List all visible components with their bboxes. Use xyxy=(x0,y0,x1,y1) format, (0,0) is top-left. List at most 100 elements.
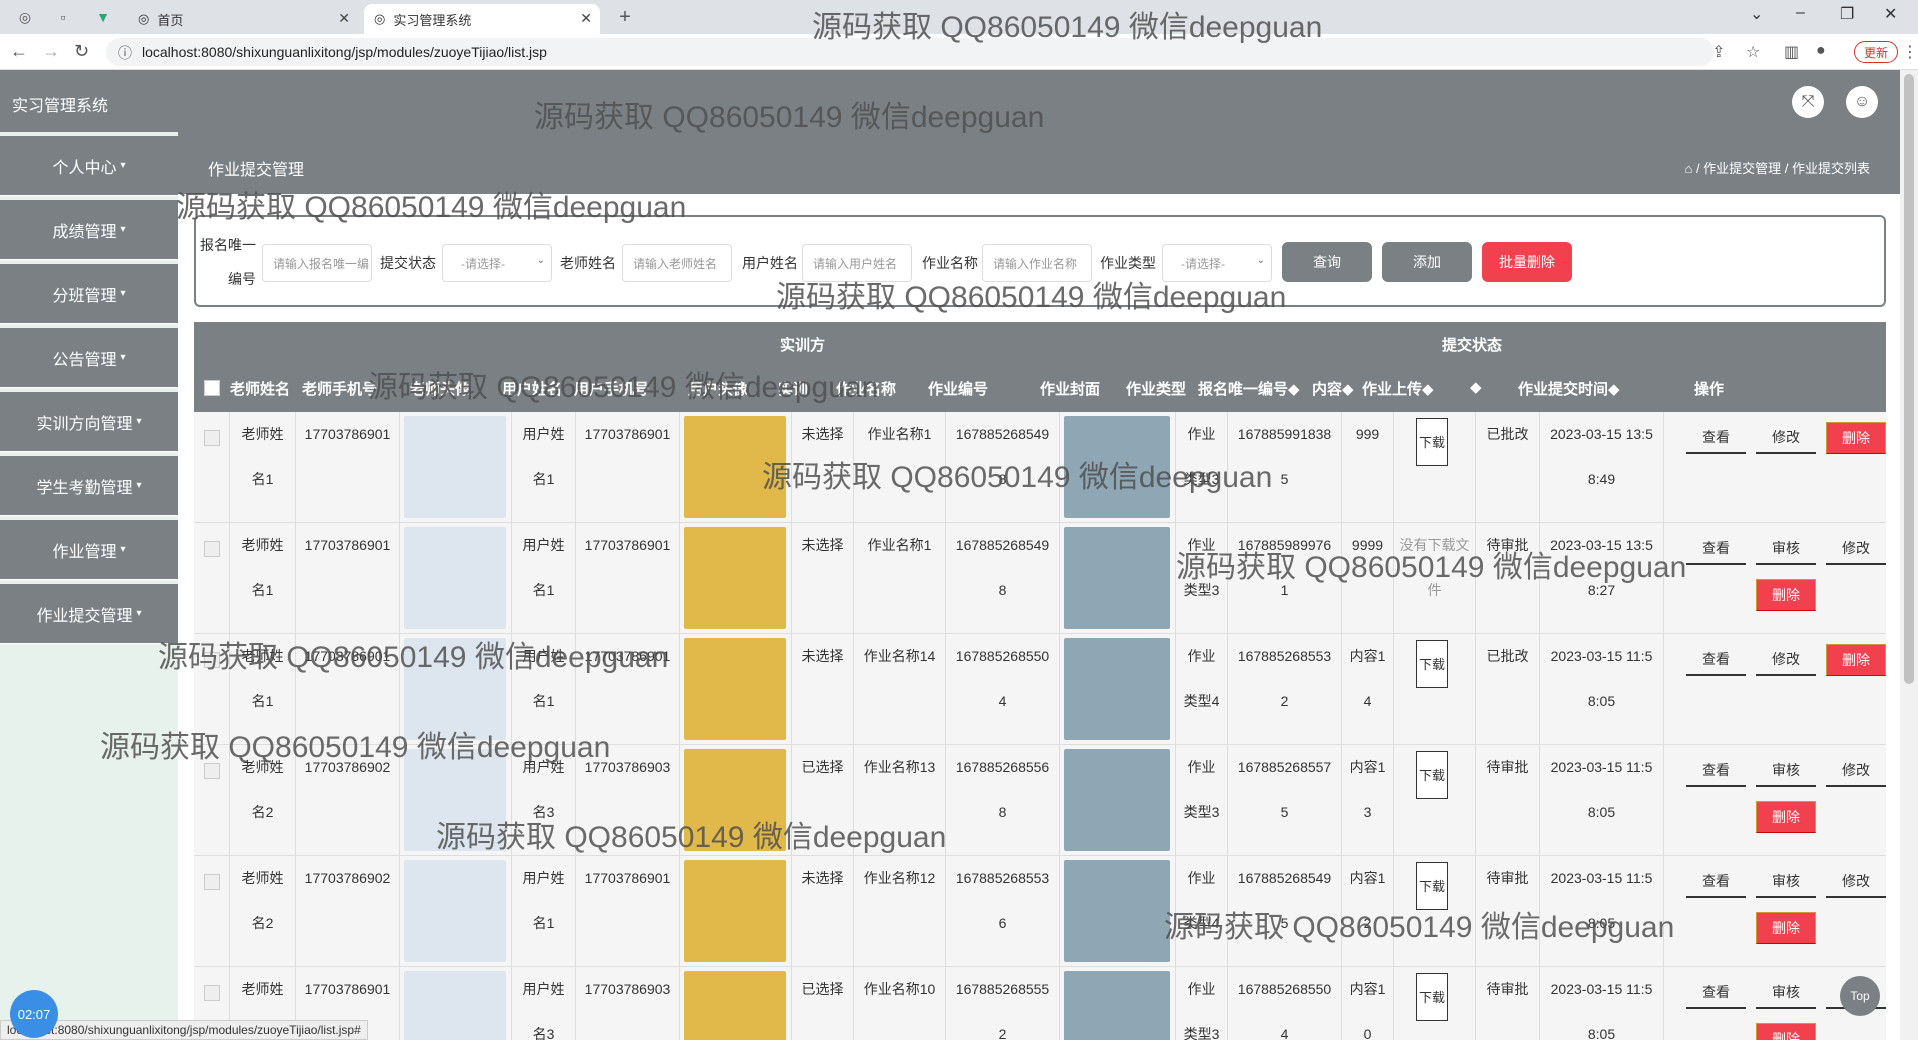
avatar[interactable] xyxy=(684,527,786,629)
sidebar-item-homework[interactable]: 作业管理 ▾ xyxy=(0,520,178,580)
url-field[interactable]: ⓘ localhost:8080/shixunguanlixitong/jsp/… xyxy=(106,38,1714,66)
teacher-input[interactable]: 请输入老师姓名 xyxy=(622,244,732,282)
avatar[interactable] xyxy=(684,971,786,1040)
breadcrumb-text[interactable]: / 作业提交管理 / 作业提交列表 xyxy=(1696,161,1870,176)
close-icon[interactable]: ✕ xyxy=(580,10,592,27)
th-time[interactable]: 作业提交时间◆ xyxy=(1518,378,1620,399)
home-icon[interactable]: ⌂ xyxy=(1684,161,1695,176)
sidebar-item-attendance[interactable]: 学生考勤管理 ▾ xyxy=(0,456,178,516)
edit-button[interactable]: 修改 xyxy=(1826,755,1886,787)
status-select[interactable]: -请选择- ⌄ xyxy=(442,244,552,282)
review-button[interactable]: 审核 xyxy=(1756,755,1816,787)
view-button[interactable]: 查看 xyxy=(1686,866,1746,898)
add-button[interactable]: 添加 xyxy=(1382,242,1472,282)
sidebar-item-direction[interactable]: 实训方向管理 ▾ xyxy=(0,392,178,452)
avatar[interactable] xyxy=(404,860,506,962)
delete-button[interactable]: 删除 xyxy=(1826,422,1886,454)
zuoye-input[interactable]: 请输入作业名称 xyxy=(982,244,1092,282)
sidebar-item-class[interactable]: 分班管理 ▾ xyxy=(0,264,178,324)
select-all-checkbox[interactable] xyxy=(204,380,220,396)
sort-icon[interactable]: ◆ xyxy=(1470,378,1482,396)
sidebar-item-submission[interactable]: 作业提交管理 ▾ xyxy=(0,584,178,644)
avatar[interactable] xyxy=(404,971,506,1040)
share-icon[interactable]: ⇪ xyxy=(1712,42,1725,62)
cover-image[interactable] xyxy=(1064,971,1170,1040)
back-icon[interactable]: ← xyxy=(10,41,28,62)
download-button[interactable]: 下载 xyxy=(1416,418,1448,466)
sidepanel-icon[interactable]: ▥ xyxy=(1784,42,1799,62)
forward-icon[interactable]: → xyxy=(42,41,60,62)
avatar[interactable] xyxy=(684,860,786,962)
star-icon[interactable]: ☆ xyxy=(1746,42,1760,62)
fullscreen-icon[interactable]: ⤧ xyxy=(1792,86,1824,118)
baoming-input[interactable]: 请输入报名唯一编 xyxy=(262,244,372,282)
reload-icon[interactable]: ↻ xyxy=(74,41,89,62)
edit-button[interactable]: 修改 xyxy=(1756,644,1816,676)
view-button[interactable]: 查看 xyxy=(1686,644,1746,676)
sidebar-item-grades[interactable]: 成绩管理 ▾ xyxy=(0,200,178,260)
chevron-down-icon[interactable]: ⌄ xyxy=(1750,4,1763,24)
view-button[interactable]: 查看 xyxy=(1686,977,1746,1009)
globe-icon[interactable]: ◎ xyxy=(14,6,36,28)
cell-text: 作业名称14 xyxy=(863,648,936,664)
cover-image[interactable] xyxy=(1064,416,1170,518)
update-button[interactable]: 更新 xyxy=(1854,41,1898,63)
review-button[interactable]: 审核 xyxy=(1756,977,1816,1009)
download-button[interactable]: 下载 xyxy=(1416,973,1448,1021)
close-window-icon[interactable]: ✕ xyxy=(1884,4,1897,24)
scrollbar-thumb[interactable] xyxy=(1904,74,1914,684)
view-button[interactable]: 查看 xyxy=(1686,533,1746,565)
blank-tab-icon[interactable]: ▫ xyxy=(52,6,74,28)
tab-shixun[interactable]: ◎ 实习管理系统 ✕ xyxy=(364,4,600,34)
th-content[interactable]: 内容◆ xyxy=(1312,378,1354,399)
info-icon[interactable]: ⓘ xyxy=(118,43,132,63)
batch-delete-button[interactable]: 批量删除 xyxy=(1482,242,1572,282)
cover-image[interactable] xyxy=(1064,860,1170,962)
delete-button[interactable]: 删除 xyxy=(1756,1023,1816,1040)
user-input[interactable]: 请输入用户姓名 xyxy=(802,244,912,282)
close-icon[interactable]: ✕ xyxy=(338,10,350,27)
restore-icon[interactable]: ❐ xyxy=(1840,4,1854,24)
tab-home[interactable]: ◎ 首页 ✕ xyxy=(128,4,358,34)
cover-image[interactable] xyxy=(1064,749,1170,851)
profile-icon[interactable]: ● xyxy=(1816,42,1826,60)
view-button[interactable]: 查看 xyxy=(1686,755,1746,787)
clock-badge[interactable]: 02:07 xyxy=(10,990,58,1038)
delete-button[interactable]: 删除 xyxy=(1826,644,1886,676)
review-button[interactable]: 审核 xyxy=(1756,866,1816,898)
edit-button[interactable]: 修改 xyxy=(1826,533,1886,565)
new-tab-icon[interactable]: + xyxy=(614,6,636,28)
cell-zname: 作业名称13 xyxy=(854,745,946,856)
delete-button[interactable]: 删除 xyxy=(1756,579,1816,611)
download-button[interactable]: 下载 xyxy=(1416,862,1448,910)
review-button[interactable]: 审核 xyxy=(1756,533,1816,565)
delete-button[interactable]: 删除 xyxy=(1756,801,1816,833)
th-bno[interactable]: 报名唯一编号◆ xyxy=(1198,378,1300,399)
avatar[interactable] xyxy=(684,416,786,518)
avatar[interactable] xyxy=(404,638,506,740)
edit-button[interactable]: 修改 xyxy=(1756,422,1816,454)
avatar[interactable] xyxy=(404,749,506,851)
page-scrollbar[interactable] xyxy=(1900,70,1918,1040)
cover-image[interactable] xyxy=(1064,527,1170,629)
menu-icon[interactable]: ⋮ xyxy=(1902,42,1918,62)
download-button[interactable]: 下载 xyxy=(1416,640,1448,688)
sidebar-item-notice[interactable]: 公告管理 ▾ xyxy=(0,328,178,388)
avatar[interactable] xyxy=(404,527,506,629)
query-button[interactable]: 查询 xyxy=(1282,242,1372,282)
cover-image[interactable] xyxy=(1064,638,1170,740)
user-icon[interactable]: ☺ xyxy=(1846,86,1878,118)
download-button[interactable]: 下载 xyxy=(1416,751,1448,799)
avatar[interactable] xyxy=(684,638,786,740)
sidebar-item-personal[interactable]: 个人中心 ▾ xyxy=(0,136,178,196)
type-select[interactable]: -请选择- ⌄ xyxy=(1162,244,1272,282)
view-button[interactable]: 查看 xyxy=(1686,422,1746,454)
minimize-icon[interactable]: – xyxy=(1796,4,1805,22)
avatar[interactable] xyxy=(404,416,506,518)
back-to-top-button[interactable]: Top xyxy=(1840,976,1880,1016)
th-upload[interactable]: 作业上传◆ xyxy=(1362,378,1434,399)
edit-button[interactable]: 修改 xyxy=(1826,866,1886,898)
vue-icon[interactable]: ▼ xyxy=(92,6,114,28)
avatar[interactable] xyxy=(684,749,786,851)
delete-button[interactable]: 删除 xyxy=(1756,912,1816,944)
